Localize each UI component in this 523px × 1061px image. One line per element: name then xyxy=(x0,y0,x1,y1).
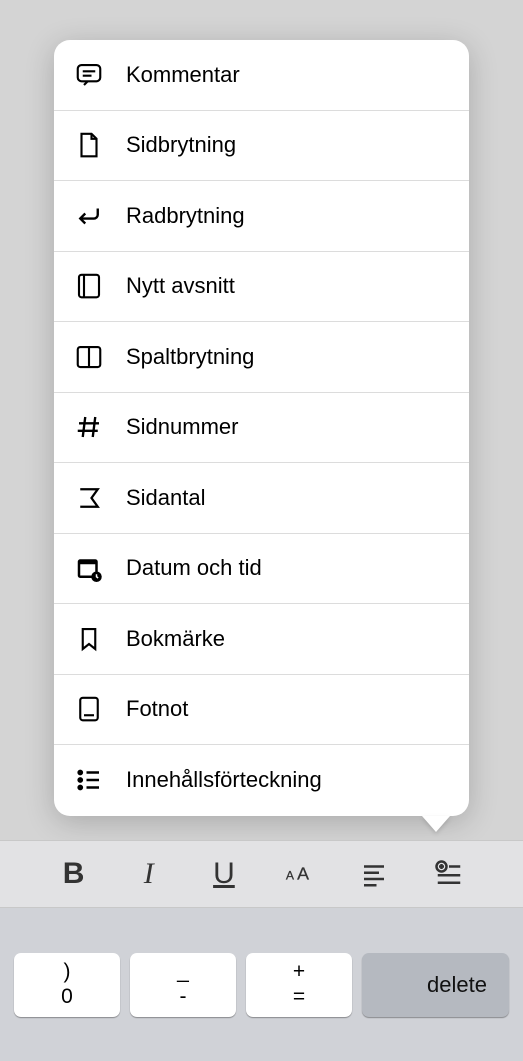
key-lower: - xyxy=(180,985,187,1009)
svg-text:A: A xyxy=(297,864,309,884)
key-upper: + xyxy=(293,960,305,984)
format-toolbar: B I U AA xyxy=(0,840,523,908)
bold-button[interactable]: B xyxy=(36,857,111,891)
menu-item-line-break[interactable]: Radbrytning xyxy=(54,181,469,252)
text-size-button[interactable]: AA xyxy=(262,859,337,889)
comment-icon xyxy=(72,58,106,92)
menu-label: Sidantal xyxy=(126,485,206,511)
menu-label: Innehållsförteckning xyxy=(126,767,322,793)
key-label: delete xyxy=(427,972,487,997)
key-upper: _ xyxy=(177,960,189,984)
menu-label: Fotnot xyxy=(126,696,188,722)
menu-item-bookmark[interactable]: Bokmärke xyxy=(54,604,469,675)
column-break-icon xyxy=(72,340,106,374)
popup-pointer xyxy=(422,816,450,832)
key-lower: 0 xyxy=(61,985,73,1009)
italic-button[interactable]: I xyxy=(111,857,186,891)
menu-item-page-number[interactable]: Sidnummer xyxy=(54,393,469,464)
footnote-icon xyxy=(72,692,106,726)
line-break-icon xyxy=(72,199,106,233)
svg-text:A: A xyxy=(286,869,295,883)
menu-item-page-break[interactable]: Sidbrytning xyxy=(54,111,469,182)
insert-button[interactable] xyxy=(412,859,487,889)
menu-item-section-break[interactable]: Nytt avsnitt xyxy=(54,252,469,323)
page-number-icon xyxy=(72,410,106,444)
menu-label: Spaltbrytning xyxy=(126,344,254,370)
key-upper: ) xyxy=(64,960,71,984)
bookmark-icon xyxy=(72,622,106,656)
menu-item-date-time[interactable]: Datum och tid xyxy=(54,534,469,605)
key-0[interactable]: ) 0 xyxy=(14,953,120,1017)
keyboard-row: ) 0 _ - + = delete xyxy=(0,908,523,1061)
menu-label: Datum och tid xyxy=(126,555,262,581)
menu-label: Sidbrytning xyxy=(126,132,236,158)
menu-item-page-count[interactable]: Sidantal xyxy=(54,463,469,534)
menu-item-footnote[interactable]: Fotnot xyxy=(54,675,469,746)
key-lower: = xyxy=(293,985,305,1009)
menu-label: Sidnummer xyxy=(126,414,238,440)
menu-label: Nytt avsnitt xyxy=(126,273,235,299)
menu-item-toc[interactable]: Innehållsförteckning xyxy=(54,745,469,816)
key-equals[interactable]: + = xyxy=(246,953,352,1017)
toc-icon xyxy=(72,763,106,797)
menu-label: Kommentar xyxy=(126,62,240,88)
key-minus[interactable]: _ - xyxy=(130,953,236,1017)
key-delete[interactable]: delete xyxy=(362,953,509,1017)
page-count-icon xyxy=(72,481,106,515)
menu-item-comment[interactable]: Kommentar xyxy=(54,40,469,111)
page-break-icon xyxy=(72,128,106,162)
date-time-icon xyxy=(72,551,106,585)
menu-item-column-break[interactable]: Spaltbrytning xyxy=(54,322,469,393)
insert-menu-popup: Kommentar Sidbrytning Radbrytning Nytt a… xyxy=(54,40,469,816)
align-button[interactable] xyxy=(337,859,412,889)
menu-label: Bokmärke xyxy=(126,626,225,652)
underline-button[interactable]: U xyxy=(186,857,261,891)
menu-label: Radbrytning xyxy=(126,203,245,229)
section-break-icon xyxy=(72,269,106,303)
